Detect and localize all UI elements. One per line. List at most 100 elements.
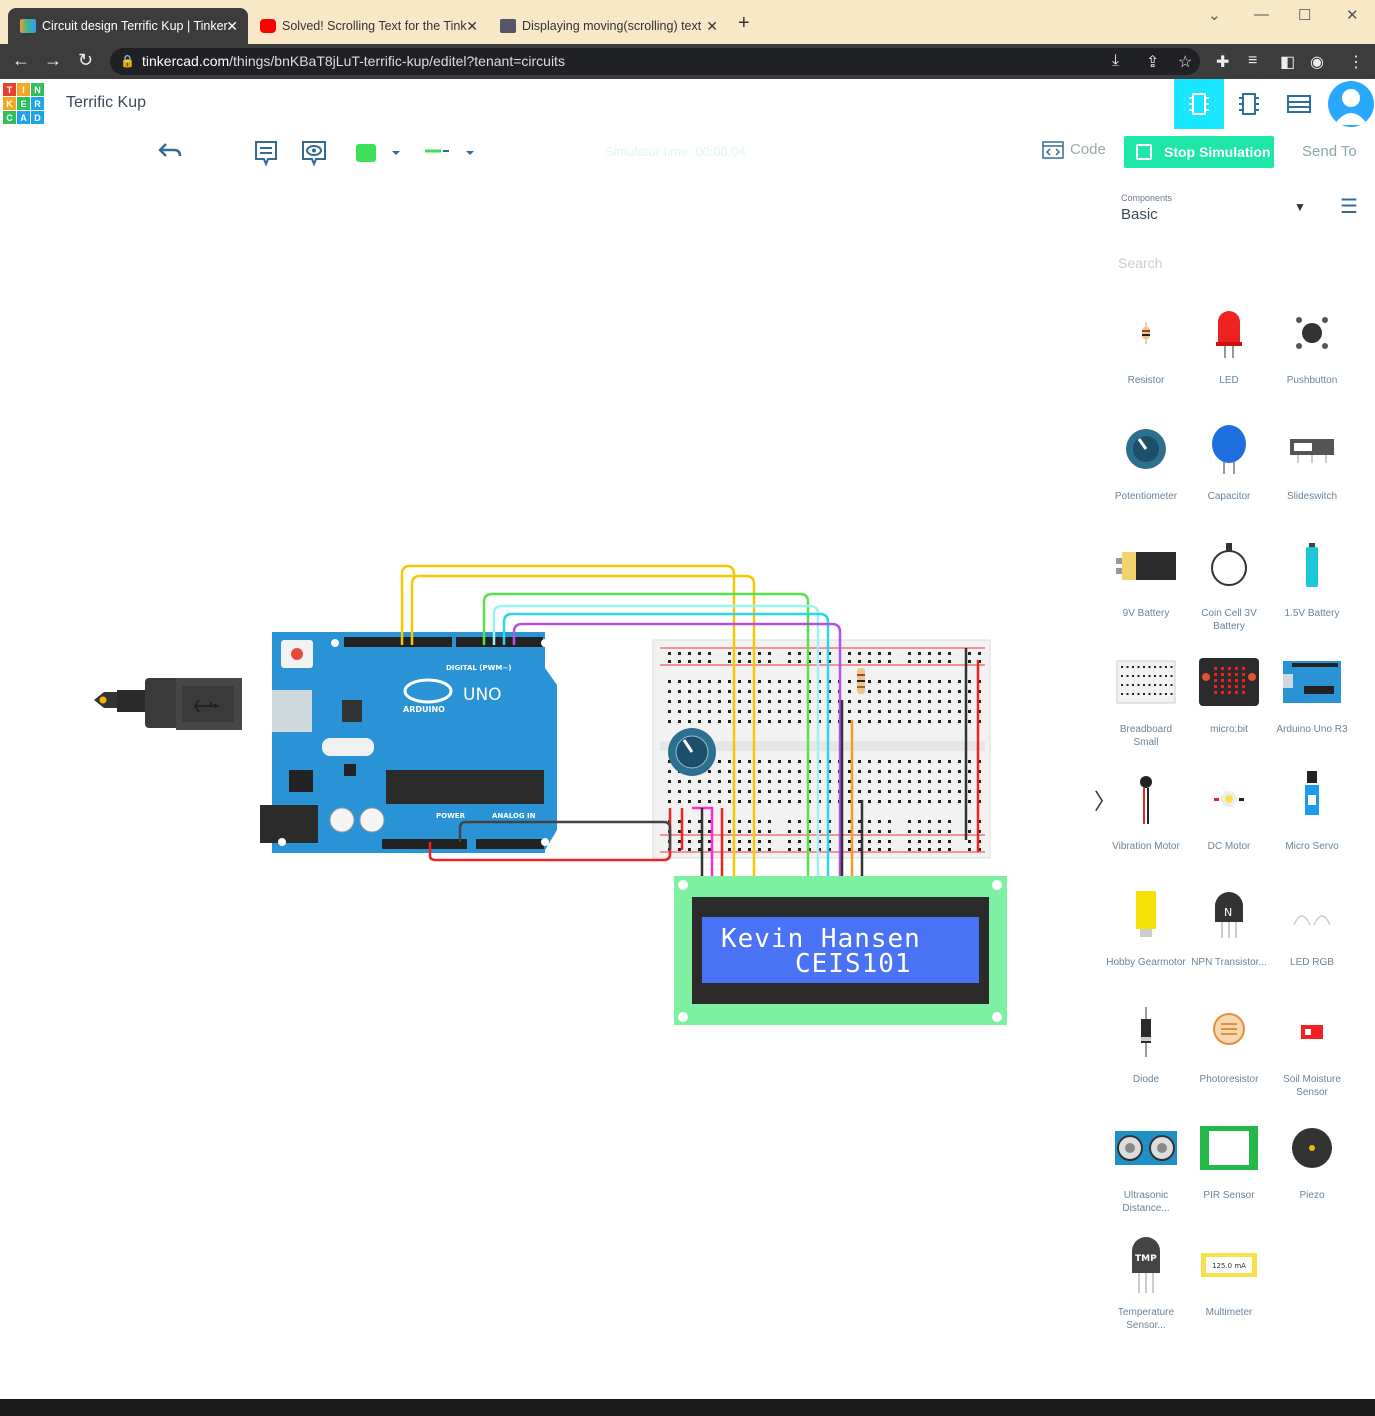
install-app-icon[interactable]: ⤓ [1112,52,1119,70]
component-item-label: Potentiometer [1114,491,1178,502]
photoresistor-icon [1213,1013,1245,1045]
maximize-icon[interactable]: ☐ [1298,6,1311,24]
power-label-text: POWER [436,812,466,820]
component-thumbnail [1272,880,1352,950]
breadboard-small-icon [1116,660,1176,704]
lcd-line-2: CEIS101 [795,949,912,979]
component-item[interactable]: Capacitor [1189,414,1269,503]
component-thumbnail [1106,647,1186,717]
svg-text:N: N [1224,906,1232,919]
digital-label-text: DIGITAL (PWM~) [446,664,511,672]
side-panel-icon[interactable]: ◧ [1280,52,1295,72]
ultrasonic-sensor-icon [1115,1131,1177,1165]
list-view-icon[interactable]: ☰ [1340,194,1358,219]
component-thumbnail [1272,764,1352,834]
dropdown-caret-icon[interactable]: ▼ [1294,200,1306,214]
component-thumbnail: 125.0 mA [1189,1230,1269,1300]
potentiometer[interactable] [668,728,716,776]
component-item-label: Diode [1132,1074,1160,1085]
component-item-label: NPN Transistor... [1191,957,1267,968]
share-icon[interactable]: ⇪ [1146,52,1159,72]
stop-label: Stop Simulation [1164,144,1271,160]
component-list-view-button[interactable] [1274,79,1324,129]
user-silhouette-icon [1334,89,1368,125]
slideswitch-icon [1290,439,1334,463]
user-avatar[interactable] [1328,81,1374,127]
arduino-uno-board[interactable]: ARDUINO UNO DIGITAL (PWM~) POWER ANALOG … [260,632,557,853]
component-item[interactable]: PIR Sensor [1189,1113,1269,1202]
schematic-view-button[interactable] [1224,79,1274,129]
arduino-uno-icon [1283,661,1341,703]
component-item[interactable]: Hobby Gearmotor [1106,880,1186,969]
component-item[interactable]: LED [1189,298,1269,387]
component-item[interactable]: 9V Battery [1106,531,1186,620]
profile-avatar-icon[interactable]: ◉ [1310,52,1324,72]
stop-square-icon [1136,144,1152,160]
component-item[interactable]: Coin Cell 3V Battery [1189,531,1269,633]
component-item[interactable]: Micro Servo [1272,764,1352,853]
multimeter-readout: 125.0 mA [1212,1262,1246,1270]
component-item[interactable]: N NPN Transistor... [1189,880,1269,969]
component-item[interactable]: Ultrasonic Distance... [1106,1113,1186,1215]
component-item[interactable]: Arduino Uno R3 [1272,647,1352,736]
stop-simulation-button[interactable]: Stop Simulation [1124,136,1274,168]
component-search-input[interactable]: Search [1118,255,1162,271]
pir-sensor-icon [1200,1126,1258,1170]
tab-search-chevron-icon[interactable]: ⌄ [1208,6,1221,24]
reading-list-icon[interactable]: ≡ [1248,52,1257,70]
component-item[interactable]: Vibration Motor [1106,764,1186,853]
extensions-puzzle-icon[interactable]: ✚ [1216,52,1229,72]
component-item[interactable]: micro:bit [1189,647,1269,736]
arduino-model-text: UNO [463,685,502,705]
component-item[interactable]: Photoresistor [1189,997,1269,1086]
send-to-button[interactable]: Send To [1302,143,1357,160]
aa-battery-icon [1306,543,1318,587]
components-dropdown[interactable]: Basic [1121,206,1158,223]
component-thumbnail [1189,414,1269,484]
circuit-chip-icon [1189,93,1209,115]
component-item[interactable]: 125.0 mA Multimeter [1189,1230,1269,1319]
circuit-canvas[interactable]: ARDUINO UNO DIGITAL (PWM~) POWER ANALOG … [0,0,1090,1399]
npn-transistor-icon: N [1215,892,1243,938]
component-item-label: Micro Servo [1285,841,1339,852]
circuit-view-button[interactable] [1174,79,1224,129]
pushbutton-icon [1296,317,1328,349]
close-window-icon[interactable]: ✕ [1346,6,1359,24]
temperature-sensor-icon: TMP [1132,1237,1160,1293]
component-thumbnail [1106,764,1186,834]
component-item[interactable]: Resistor [1106,298,1186,387]
component-item[interactable]: Diode [1106,997,1186,1086]
component-item[interactable]: Pushbutton [1272,298,1352,387]
component-thumbnail [1106,414,1186,484]
component-item-label: Slideswitch [1286,491,1338,502]
arduino-brand-text: ARDUINO [403,705,445,714]
component-item-label: LED RGB [1290,957,1334,968]
usb-cable[interactable] [94,678,242,730]
component-item[interactable]: Breadboard Small [1106,647,1186,749]
component-item-label: Hobby Gearmotor [1106,957,1186,968]
component-thumbnail [1272,298,1352,368]
minimize-icon[interactable]: — [1254,6,1269,23]
component-item[interactable]: Soil Moisture Sensor [1272,997,1352,1099]
component-item[interactable]: Slideswitch [1272,414,1352,503]
lcd-16x2[interactable]: Kevin Hansen CEIS101 [674,876,1007,1025]
component-thumbnail [1189,1113,1269,1183]
component-thumbnail [1189,764,1269,834]
component-item-label: PIR Sensor [1203,1190,1255,1201]
component-item[interactable]: Piezo [1272,1113,1352,1202]
component-thumbnail: N [1189,880,1269,950]
component-thumbnail [1106,531,1186,601]
browser-menu-icon[interactable]: ⋮ [1348,52,1364,72]
component-item[interactable]: 1.5V Battery [1272,531,1352,620]
component-item-label: Pushbutton [1286,375,1338,386]
bookmark-star-icon[interactable]: ☆ [1178,52,1192,72]
piezo-icon [1292,1128,1332,1168]
component-item[interactable]: TMP Temperature Sensor... [1106,1230,1186,1332]
analog-label-text: ANALOG IN [492,812,536,820]
component-item[interactable]: DC Motor [1189,764,1269,853]
component-thumbnail [1189,531,1269,601]
component-item[interactable]: Potentiometer [1106,414,1186,503]
component-thumbnail [1272,531,1352,601]
component-item[interactable]: LED RGB [1272,880,1352,969]
component-thumbnail: TMP [1106,1230,1186,1300]
